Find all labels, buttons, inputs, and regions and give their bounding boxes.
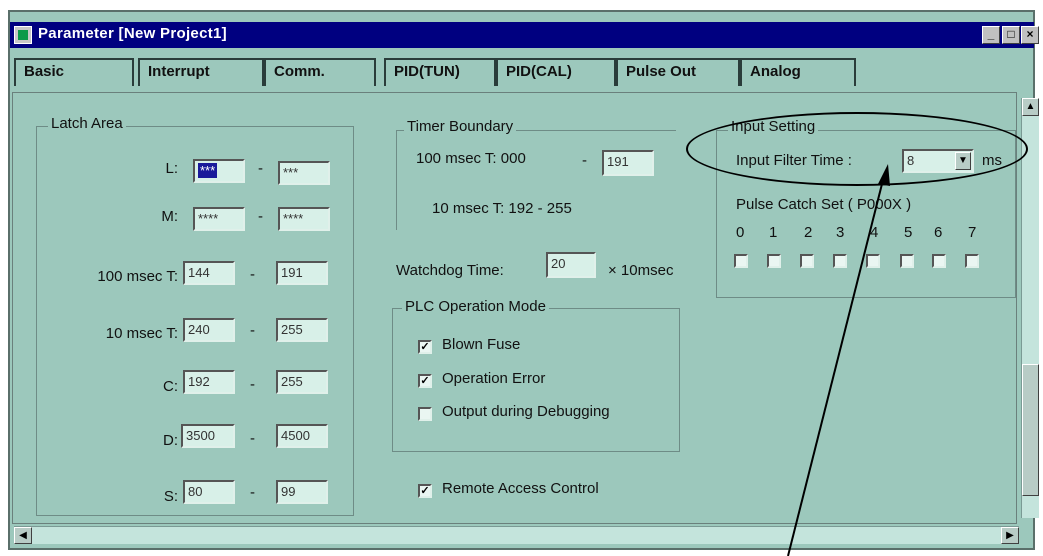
annotation-arrow: [787, 164, 890, 556]
